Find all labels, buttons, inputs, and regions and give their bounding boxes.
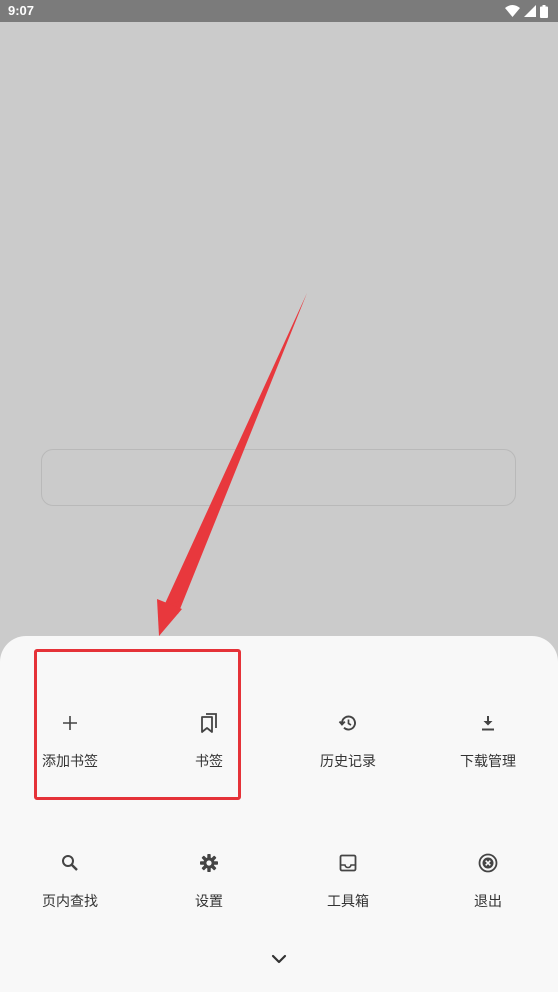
menu-item-label: 设置: [195, 894, 223, 910]
plus-icon: [60, 713, 80, 733]
history-icon: [338, 713, 358, 733]
menu-item-add-bookmark[interactable]: 添加书签: [20, 699, 120, 789]
battery-icon: [540, 4, 548, 18]
bookmarks-icon: [199, 713, 219, 733]
menu-item-settings[interactable]: 设置: [159, 839, 259, 929]
menu-item-label: 书签: [195, 754, 223, 770]
collapse-menu-button[interactable]: [266, 948, 292, 970]
menu-item-label: 工具箱: [327, 894, 369, 910]
menu-item-exit[interactable]: 退出: [438, 839, 538, 929]
menu-item-toolbox[interactable]: 工具箱: [298, 839, 398, 929]
menu-item-label: 页内查找: [42, 894, 98, 910]
exit-circle-x-icon: [478, 853, 498, 873]
inbox-tray-icon: [338, 853, 358, 873]
menu-item-label: 退出: [474, 894, 502, 910]
menu-item-bookmarks[interactable]: 书签: [159, 699, 259, 789]
url-input-box[interactable]: [41, 449, 516, 506]
chevron-down-icon: [271, 954, 287, 964]
bottom-sheet-menu: [0, 636, 558, 992]
menu-item-history[interactable]: 历史记录: [298, 699, 398, 789]
status-bar: 9:07: [0, 0, 558, 22]
status-icons: [505, 4, 548, 18]
menu-item-label: 历史记录: [320, 754, 376, 770]
gear-icon: [199, 853, 219, 873]
menu-item-label: 下载管理: [460, 754, 516, 770]
wifi-icon: [505, 5, 520, 17]
cellular-signal-icon: [524, 5, 536, 17]
menu-item-find-in-page[interactable]: 页内查找: [20, 839, 120, 929]
menu-item-downloads[interactable]: 下载管理: [438, 699, 538, 789]
status-time: 9:07: [8, 3, 35, 18]
download-icon: [478, 713, 498, 733]
search-icon: [60, 853, 80, 873]
menu-item-label: 添加书签: [42, 754, 98, 770]
